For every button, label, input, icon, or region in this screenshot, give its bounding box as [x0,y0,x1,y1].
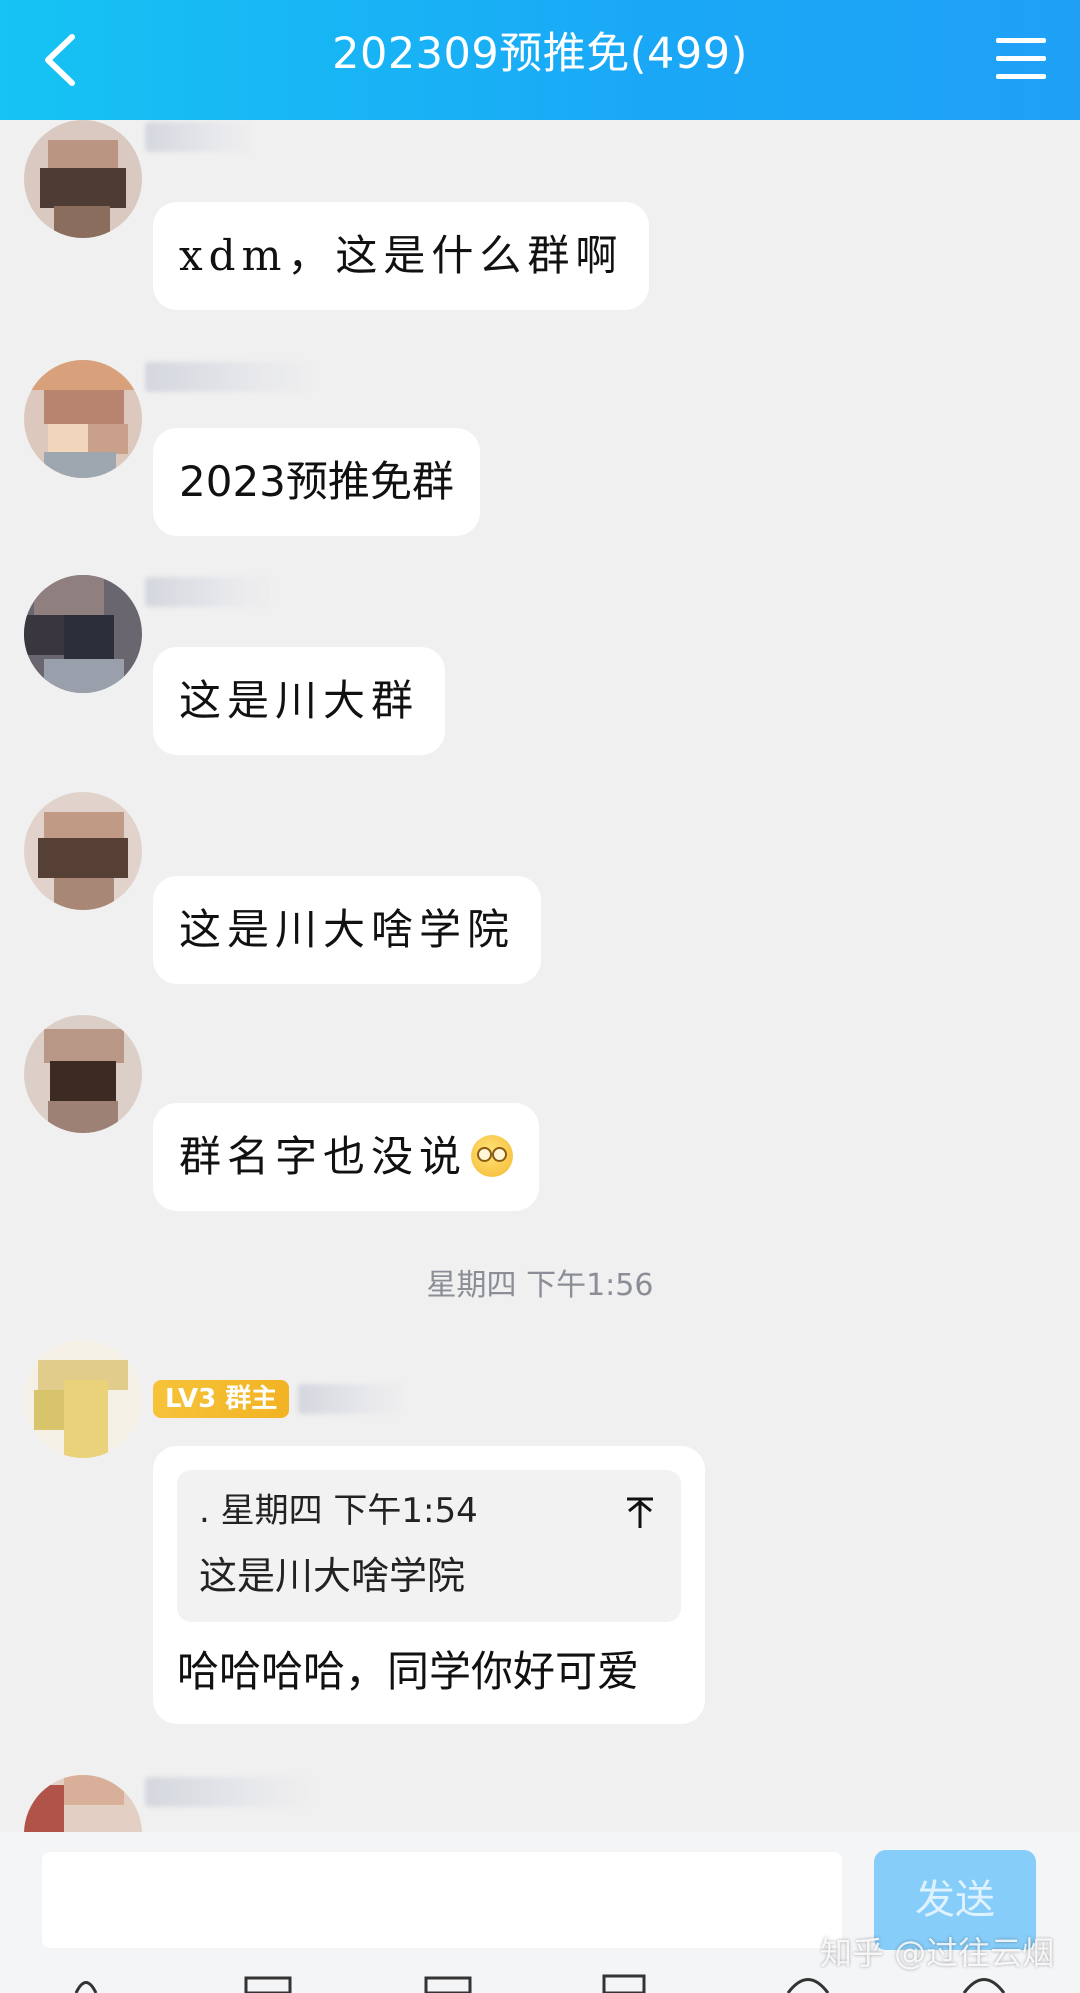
message-bubble[interactable]: 这是川大群 [153,647,446,755]
avatar[interactable] [24,1015,142,1133]
hamburger-menu-icon[interactable] [990,28,1052,90]
chat-message-list[interactable]: xdm，这是什么群啊 2023预推免群 这是川大群 这是川大啥学院 群名字也没说… [0,120,1080,1832]
quoted-reply[interactable]: . 星期四 下午1:54 这是川大啥学院 [177,1470,681,1622]
quote-header: . 星期四 下午1:54 [199,1491,478,1531]
quote-text: 这是川大啥学院 [199,1554,466,1598]
message-bubble[interactable]: 群名字也没说 [153,1103,540,1211]
voice-icon[interactable] [62,1972,110,1993]
avatar[interactable] [24,1775,142,1832]
watermark: 知乎 @过往云烟 [820,1934,1055,1972]
message-bubble[interactable]: . 星期四 下午1:54 这是川大啥学院 哈哈哈哈，同学你好可爱 [153,1446,705,1724]
avatar[interactable] [24,360,142,478]
message-bubble[interactable]: 这是川大啥学院 [153,876,542,984]
toolbar-icons-row [0,1972,1080,1993]
message-input[interactable] [42,1852,842,1948]
message-bubble[interactable]: 2023预推免群 [153,428,480,536]
avatar[interactable] [24,1340,142,1458]
avatar[interactable] [24,792,142,910]
message-text: 群名字也没说 [179,1132,468,1181]
sender-name-blurred [145,577,275,607]
dizzy-face-emoji-icon [471,1135,514,1177]
camera-icon[interactable] [424,1972,472,1993]
group-owner-badge: LV3 群主 [153,1380,290,1418]
image-icon[interactable] [244,1972,292,1993]
time-separator: 星期四 下午1:56 [426,1268,654,1303]
jump-to-quote-icon[interactable] [625,1496,655,1530]
sender-name-blurred [145,122,255,152]
message-text: 哈哈哈哈，同学你好可爱 [177,1647,640,1696]
sender-name-blurred [145,1777,315,1807]
emoji-icon[interactable] [784,1972,832,1993]
red-packet-icon[interactable] [600,1972,648,1993]
message-bubble[interactable]: xdm，这是什么群啊 [153,202,650,310]
avatar[interactable] [24,575,142,693]
avatar[interactable] [24,120,142,238]
sender-name-blurred [145,362,320,392]
more-icon[interactable] [960,1972,1008,1993]
sender-name-blurred [298,1384,408,1414]
chat-title: 202309预推免(499) [332,29,748,79]
chat-header: 202309预推免(499) [0,0,1080,120]
